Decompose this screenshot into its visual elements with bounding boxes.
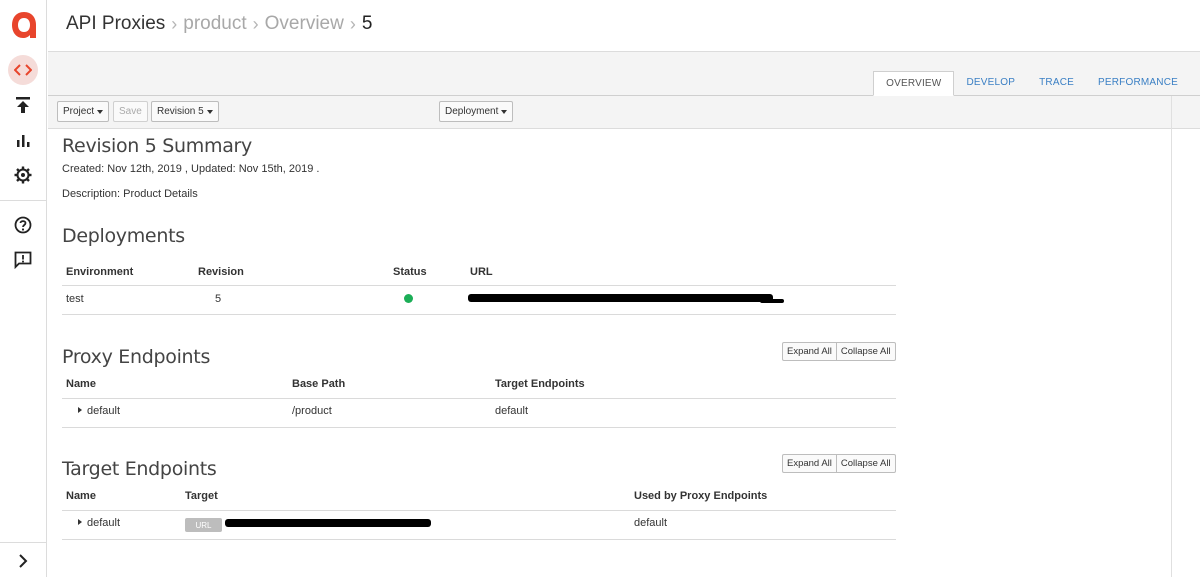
apigee-logo[interactable]	[11, 11, 37, 39]
col-target-endpoints: Target Endpoints	[495, 378, 585, 390]
redacted-url	[468, 294, 773, 302]
expand-triangle-icon[interactable]	[78, 407, 82, 414]
col-environment: Environment	[66, 266, 134, 278]
redacted-url	[760, 299, 784, 303]
sidebar	[0, 0, 47, 577]
summary-dates: Created: Nov 12th, 2019 , Updated: Nov 1…	[62, 163, 320, 175]
project-dropdown[interactable]: Project	[57, 101, 110, 122]
breadcrumb-product[interactable]: product	[183, 13, 246, 35]
col-base-path: Base Path	[292, 378, 346, 390]
summary-description: Description: Product Details	[62, 188, 198, 200]
base-path-cell: /product	[292, 405, 332, 417]
project-label: Project	[63, 106, 95, 117]
summary-title: Revision 5 Summary	[62, 135, 252, 157]
divider	[62, 314, 896, 315]
target-expand-all-button[interactable]: Expand All	[783, 455, 836, 472]
caret-down-icon	[97, 109, 104, 114]
proxy-expand-collapse-group: Expand All Collapse All	[782, 342, 896, 361]
divider	[62, 510, 896, 511]
redacted-target-url	[225, 519, 431, 527]
target-endpoint-name[interactable]: default	[78, 517, 120, 529]
caret-down-icon	[206, 109, 213, 114]
tab-trace[interactable]: TRACE	[1027, 71, 1086, 96]
col-used-by: Used by Proxy Endpoints	[634, 490, 768, 502]
breadcrumb: API Proxies › product › Overview › 5	[66, 13, 372, 35]
code-brackets-icon[interactable]	[8, 55, 38, 85]
deployment-label: Deployment	[445, 106, 499, 117]
divider	[62, 539, 896, 540]
save-label: Save	[119, 106, 142, 117]
proxy-expand-all-button[interactable]: Expand All	[783, 343, 836, 360]
col-revision: Revision	[198, 266, 244, 278]
toolbar: Project Save Revision 5 Deployment	[48, 96, 1200, 129]
used-by-cell: default	[634, 517, 668, 529]
proxy-collapse-all-button[interactable]: Collapse All	[835, 343, 895, 360]
content-border	[1171, 96, 1172, 577]
proxy-endpoint-name-text[interactable]: default	[87, 405, 120, 417]
help-icon[interactable]	[8, 210, 38, 240]
deployments-title: Deployments	[62, 225, 185, 247]
col-name: Name	[66, 378, 96, 390]
deployment-dropdown[interactable]: Deployment	[439, 101, 514, 122]
revision-dropdown[interactable]: Revision 5	[151, 101, 219, 122]
breadcrumb-revision: 5	[361, 13, 373, 34]
divider	[62, 427, 896, 428]
target-expand-collapse-group: Expand All Collapse All	[782, 454, 896, 473]
target-endpoint-name-text[interactable]: default	[87, 517, 120, 529]
breadcrumb-api-proxies[interactable]: API Proxies	[66, 13, 165, 35]
proxy-endpoint-name[interactable]: default	[78, 405, 120, 417]
environment-cell: test	[66, 293, 84, 305]
tab-bar: OVERVIEW DEVELOP TRACE PERFORMANCE	[48, 52, 1200, 96]
save-button[interactable]: Save	[113, 101, 148, 122]
header: API Proxies › product › Overview › 5	[48, 0, 1200, 52]
target-endpoints-cell: default	[495, 405, 529, 417]
bar-chart-icon[interactable]	[8, 125, 38, 155]
col-url: URL	[470, 266, 493, 278]
revision-cell: 5	[215, 293, 222, 305]
chevron-right-icon[interactable]	[8, 546, 38, 576]
feedback-icon[interactable]	[8, 245, 38, 275]
col-status: Status	[393, 266, 427, 278]
target-collapse-all-button[interactable]: Collapse All	[835, 455, 895, 472]
divider	[62, 398, 896, 399]
breadcrumb-separator-icon: ›	[171, 13, 178, 34]
tab-performance[interactable]: PERFORMANCE	[1086, 71, 1190, 96]
url-badge: URL	[185, 518, 222, 532]
gear-icon[interactable]	[8, 160, 38, 190]
revision-label: Revision 5	[157, 106, 204, 117]
caret-down-icon	[501, 109, 508, 114]
expand-triangle-icon[interactable]	[78, 519, 82, 526]
breadcrumb-overview[interactable]: Overview	[265, 13, 344, 35]
proxy-endpoints-title: Proxy Endpoints	[62, 346, 211, 368]
target-endpoints-title: Target Endpoints	[62, 458, 217, 480]
breadcrumb-separator-icon: ›	[252, 13, 259, 34]
tab-overview[interactable]: OVERVIEW	[873, 71, 955, 96]
col-name: Name	[66, 490, 96, 502]
upload-icon[interactable]	[8, 90, 38, 120]
col-target: Target	[185, 490, 218, 502]
breadcrumb-separator-icon: ›	[349, 13, 356, 34]
status-indicator	[404, 294, 413, 303]
divider	[62, 285, 896, 286]
tab-develop[interactable]: DEVELOP	[954, 71, 1027, 96]
